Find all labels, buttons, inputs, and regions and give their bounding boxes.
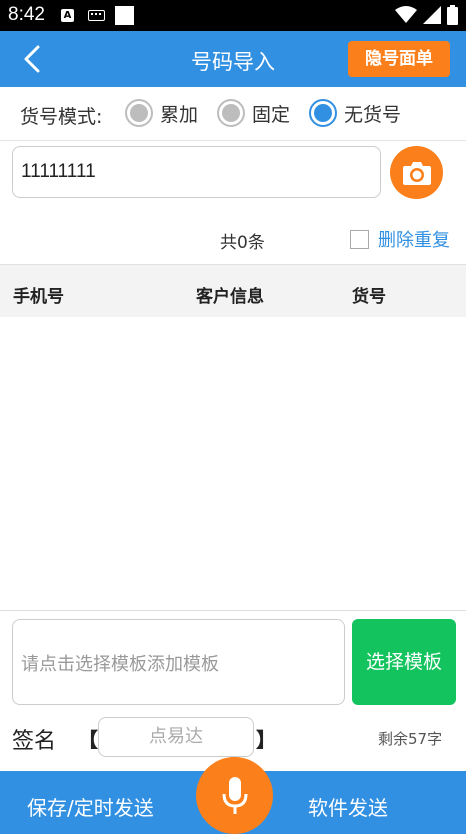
wifi-icon — [395, 6, 417, 23]
radio-label: 无货号 — [344, 103, 402, 126]
choose-template-button[interactable]: 选择模板 — [352, 619, 456, 705]
privacy-waybill-button[interactable]: 隐号面单 — [348, 41, 450, 77]
remaining-characters: 剩余57字 — [378, 730, 443, 748]
signature-label: 签名 — [12, 729, 57, 754]
keyboard-icon — [88, 10, 105, 21]
radio-circle — [125, 99, 153, 127]
checkbox-box — [350, 229, 369, 249]
status-time: 8:42 — [8, 4, 45, 25]
record-count: 共0条 — [220, 233, 265, 253]
table-header: 手机号 客户信息 货号 — [0, 264, 466, 317]
battery-icon — [447, 5, 458, 25]
save-schedule-button[interactable]: 保存/定时发送 — [27, 792, 154, 821]
status-right-icons — [395, 5, 458, 25]
template-text-area[interactable]: 请点击选择模板添加模板 — [12, 619, 345, 705]
phone-number-input[interactable]: 11111111 — [12, 146, 381, 198]
radio-label: 累加 — [160, 103, 199, 126]
column-phone: 手机号 — [13, 287, 64, 307]
column-item-number: 货号 — [352, 287, 386, 307]
status-bar: 8:42 A — [0, 0, 466, 31]
number-list[interactable] — [0, 317, 466, 611]
column-customer-info: 客户信息 — [196, 287, 264, 307]
camera-button[interactable] — [390, 146, 443, 199]
microphone-icon — [222, 776, 247, 814]
bracket-close: 】 — [256, 728, 276, 752]
radio-label: 固定 — [252, 103, 291, 126]
app-send-button[interactable]: 软件发送 — [308, 792, 388, 821]
camera-icon — [402, 161, 431, 185]
radio-accumulate[interactable]: 累加 — [125, 99, 198, 127]
remove-duplicates-checkbox[interactable]: 删除重复 — [350, 226, 450, 252]
radio-fixed[interactable]: 固定 — [217, 99, 290, 127]
square-icon — [115, 6, 134, 25]
bracket-open: 【 — [78, 728, 98, 752]
remove-duplicates-label: 删除重复 — [378, 230, 450, 251]
radio-circle — [217, 99, 245, 127]
item-mode-label: 货号模式: — [20, 106, 103, 128]
signal-icon — [423, 6, 441, 24]
radio-circle — [309, 99, 337, 127]
radio-no-item-number[interactable]: 无货号 — [309, 99, 401, 127]
notification-badge-icon: A — [61, 9, 74, 22]
signature-input[interactable]: 点易达 — [98, 717, 254, 757]
item-mode-row: 货号模式: 累加 固定 无货号 — [0, 87, 466, 141]
app-bar: 号码导入 隐号面单 — [0, 31, 466, 87]
voice-input-button[interactable] — [196, 757, 273, 834]
